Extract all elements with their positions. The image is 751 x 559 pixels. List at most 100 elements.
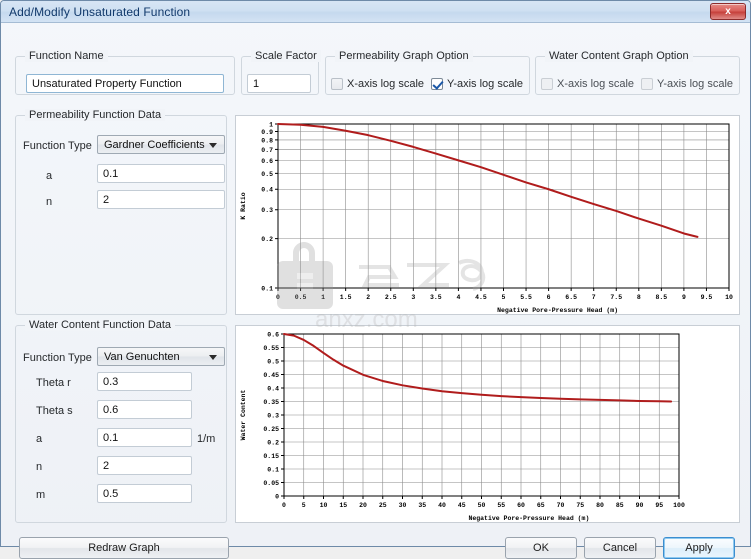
group-water-content-graph-option-legend: Water Content Graph Option: [545, 50, 693, 62]
ok-button[interactable]: OK: [505, 537, 577, 559]
checkbox-label: X-axis log scale: [557, 78, 635, 90]
water-content-function-type-value: Van Genuchten: [104, 350, 180, 363]
checkbox-water-content-x-log[interactable]: X-axis log scale: [541, 78, 634, 90]
svg-text:0.55: 0.55: [263, 345, 279, 352]
group-scale-factor-legend: Scale Factor: [251, 50, 321, 62]
water-content-chart: 0 5 10 15 20 25 30 35 40 45 50 55 60 65 70 75 80 85 90 95 10…: [240, 331, 685, 522]
water-content-field-input-a[interactable]: 0.1: [97, 428, 192, 447]
water-content-field-label-theta-s: Theta s: [36, 405, 73, 417]
svg-text:7.5: 7.5: [610, 294, 622, 301]
close-icon[interactable]: x: [710, 3, 746, 20]
water-content-field-input-n[interactable]: 2: [97, 456, 192, 475]
svg-text:5: 5: [302, 502, 306, 509]
svg-text:0.2: 0.2: [261, 236, 273, 243]
svg-text:0.3: 0.3: [261, 207, 273, 214]
permeability-field-label-n: n: [46, 196, 53, 208]
water-content-function-type-label: Function Type: [23, 352, 92, 364]
group-function-name-legend: Function Name: [25, 50, 108, 62]
water-content-field-input-m[interactable]: 0.5: [97, 484, 192, 503]
scale-factor-input[interactable]: 1: [247, 74, 311, 93]
svg-text:9.5: 9.5: [701, 294, 713, 301]
svg-text:80: 80: [596, 502, 604, 509]
water-content-field-label-n: n: [36, 461, 43, 473]
water-content-field-label-m: m: [36, 489, 46, 501]
svg-text:85: 85: [616, 502, 624, 509]
redraw-graph-button[interactable]: Redraw Graph: [19, 537, 229, 559]
permeability-function-type-value: Gardner Coefficients: [104, 138, 205, 151]
svg-text:0.8: 0.8: [261, 137, 273, 144]
water-content-function-type-select[interactable]: Van Genuchten: [97, 347, 225, 366]
svg-text:10: 10: [725, 294, 733, 301]
svg-text:5.5: 5.5: [520, 294, 532, 301]
svg-text:30: 30: [399, 502, 407, 509]
permeability-field-input-a[interactable]: 0.1: [97, 164, 225, 183]
chevron-down-icon: [209, 354, 217, 360]
svg-text:0.9: 0.9: [261, 129, 273, 136]
svg-text:55: 55: [497, 502, 505, 509]
checkbox-label: Y-axis log scale: [657, 78, 734, 90]
svg-text:0.1: 0.1: [261, 285, 273, 292]
svg-text:0.15: 0.15: [263, 453, 279, 460]
svg-text:3: 3: [411, 294, 415, 301]
checkbox-water-content-y-log[interactable]: Y-axis log scale: [641, 78, 733, 90]
permeability-chart-panel: 0 0.5 1 1.5 2 2.5 3 3.5 4 4.5 5 5.5 6 6.5 7 7.5 8 8.5 9 9.5…: [235, 115, 740, 315]
svg-text:0: 0: [282, 502, 286, 509]
checkbox-box: [431, 78, 443, 90]
title-bar: Add/Modify Unsaturated Function x: [1, 1, 750, 23]
svg-text:6: 6: [547, 294, 551, 301]
function-name-input[interactable]: Unsaturated Property Function: [26, 74, 224, 93]
svg-text:1: 1: [321, 294, 325, 301]
ok-label: OK: [533, 542, 549, 554]
svg-text:0.7: 0.7: [261, 147, 273, 154]
svg-text:95: 95: [655, 502, 663, 509]
svg-text:2.5: 2.5: [385, 294, 397, 301]
redraw-graph-label: Redraw Graph: [88, 542, 160, 554]
checkbox-box: [541, 78, 553, 90]
group-permeability-graph-option-legend: Permeability Graph Option: [335, 50, 473, 62]
svg-text:75: 75: [576, 502, 584, 509]
checkbox-box: [641, 78, 653, 90]
svg-text:10: 10: [320, 502, 328, 509]
permeability-field-label-a: a: [46, 170, 53, 182]
water-content-field-label-a: a: [36, 433, 43, 445]
svg-text:0.4: 0.4: [267, 385, 279, 392]
svg-text:0.5: 0.5: [267, 358, 279, 365]
svg-text:1: 1: [269, 121, 273, 128]
checkbox-permeability-x-log[interactable]: X-axis log scale: [331, 78, 424, 90]
svg-text:3.5: 3.5: [430, 294, 442, 301]
group-water-content-function-data-legend: Water Content Function Data: [25, 319, 176, 331]
svg-text:0.4: 0.4: [261, 187, 273, 194]
svg-text:70: 70: [557, 502, 565, 509]
checkbox-permeability-y-log[interactable]: Y-axis log scale: [431, 78, 523, 90]
svg-text:Negative Pore-Pressure Head (m: Negative Pore-Pressure Head (m): [497, 307, 618, 314]
svg-text:100: 100: [673, 502, 685, 509]
permeability-field-input-n[interactable]: 2: [97, 190, 225, 209]
dialog-window: Add/Modify Unsaturated Function x Functi…: [0, 0, 751, 559]
svg-text:0: 0: [275, 493, 279, 500]
svg-text:4.5: 4.5: [475, 294, 487, 301]
svg-text:0.25: 0.25: [263, 426, 279, 433]
svg-text:0.5: 0.5: [295, 294, 307, 301]
checkbox-label: X-axis log scale: [347, 78, 425, 90]
svg-text:0.35: 0.35: [263, 399, 279, 406]
apply-label: Apply: [685, 542, 713, 554]
water-content-field-input-theta-r[interactable]: 0.3: [97, 372, 192, 391]
svg-text:1.5: 1.5: [340, 294, 352, 301]
apply-button[interactable]: Apply: [663, 537, 735, 559]
svg-text:40: 40: [438, 502, 446, 509]
group-permeability-function-data-legend: Permeability Function Data: [25, 109, 166, 121]
permeability-function-type-select[interactable]: Gardner Coefficients: [97, 135, 225, 154]
cancel-label: Cancel: [602, 542, 638, 554]
checkbox-box: [331, 78, 343, 90]
cancel-button[interactable]: Cancel: [584, 537, 656, 559]
svg-text:6.5: 6.5: [565, 294, 577, 301]
water-content-field-input-theta-s[interactable]: 0.6: [97, 400, 192, 419]
svg-text:5: 5: [502, 294, 506, 301]
svg-text:35: 35: [418, 502, 426, 509]
svg-text:9: 9: [682, 294, 686, 301]
svg-text:0.2: 0.2: [267, 439, 279, 446]
permeability-chart: 0 0.5 1 1.5 2 2.5 3 3.5 4 4.5 5 5.5 6 6.5 7 7.5 8 8.5 9 9.5…: [240, 121, 733, 314]
svg-text:0: 0: [276, 294, 280, 301]
svg-text:0.05: 0.05: [263, 480, 279, 487]
svg-text:15: 15: [339, 502, 347, 509]
